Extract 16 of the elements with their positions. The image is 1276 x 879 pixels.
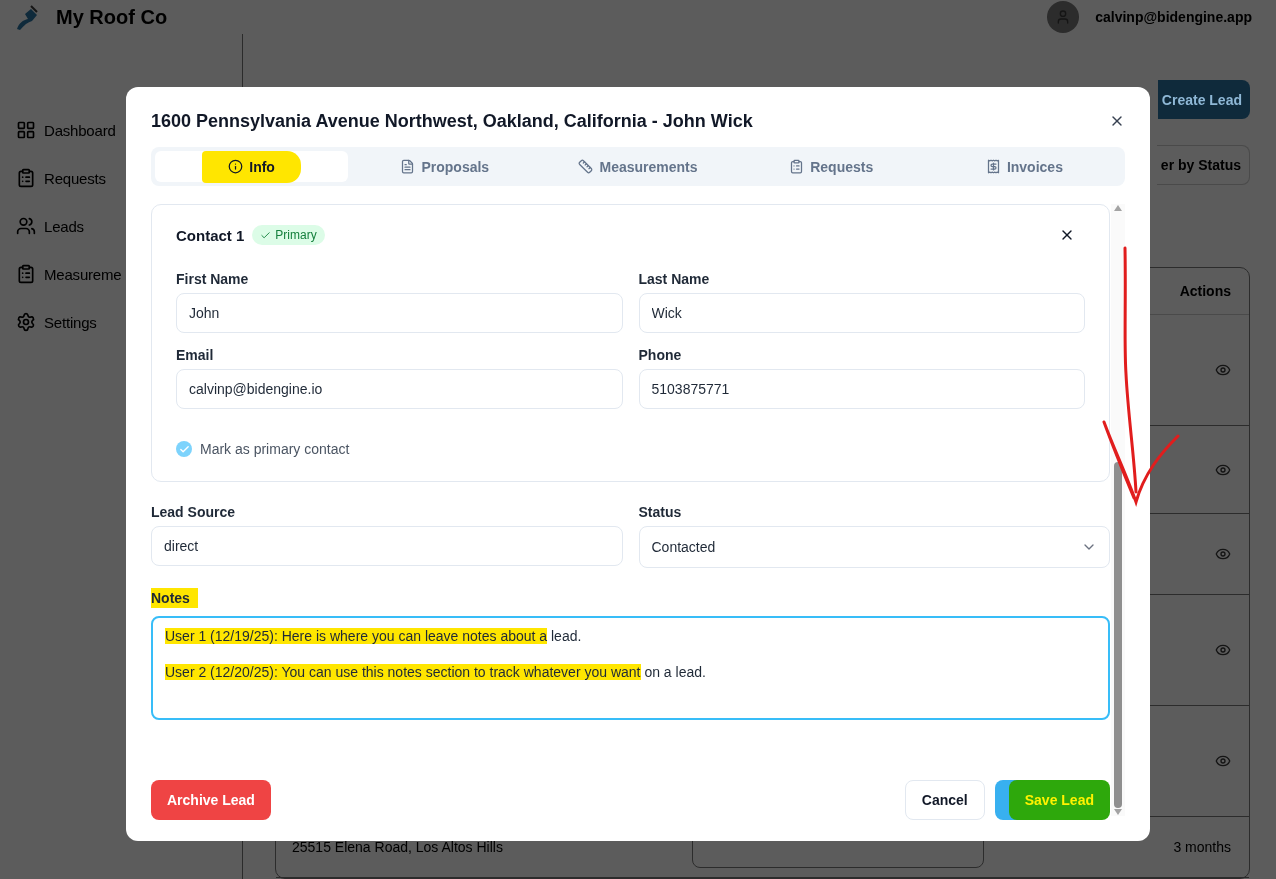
brand-name: My Roof Co xyxy=(56,5,168,29)
checkbox-label: Mark as primary contact xyxy=(200,441,350,457)
table-cell: 3 months xyxy=(1173,839,1231,855)
dialog-title: 1600 Pennsylvania Avenue Northwest, Oakland, California - John Wick xyxy=(151,110,753,132)
field-label: Lead Source xyxy=(151,504,236,520)
table-cell: 25515 Elena Road, Los Altos Hills xyxy=(292,839,503,855)
field-label: First Name xyxy=(176,271,249,287)
field-label: Status xyxy=(638,504,682,520)
field-label: Phone xyxy=(638,347,682,363)
notes-label: Notes xyxy=(151,588,198,608)
user-email: calvinp@bidengine.app xyxy=(1095,9,1252,25)
column-header: Actions xyxy=(1179,283,1231,299)
field-label: Last Name xyxy=(638,271,710,287)
contact-title: Contact 1 xyxy=(176,226,245,244)
field-label: Email xyxy=(176,347,214,363)
primary-badge: Primary xyxy=(252,225,325,245)
